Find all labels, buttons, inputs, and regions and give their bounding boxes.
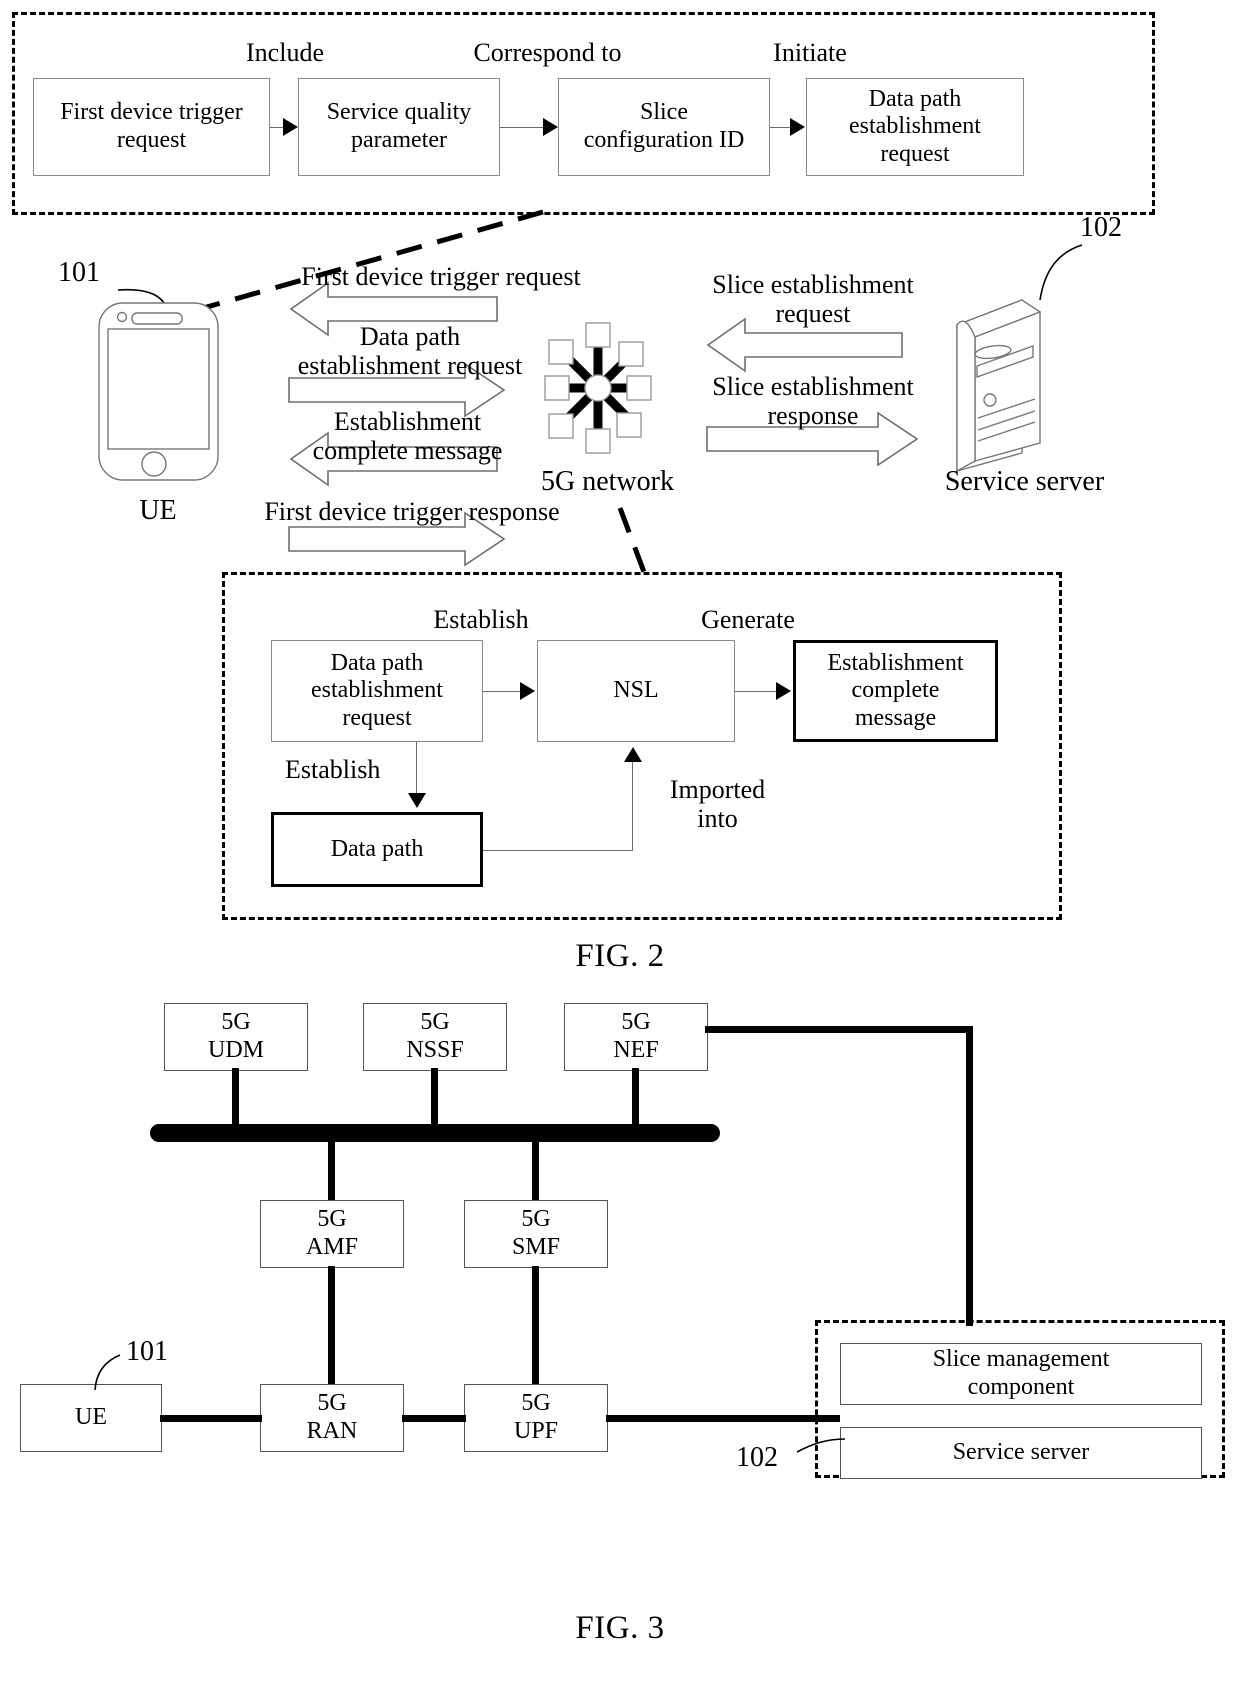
leader-101-fig3 xyxy=(94,1354,121,1391)
fig3-ref-numeral-101: 101 xyxy=(126,1336,168,1367)
patent-figure-page: Include Correspond to Initiate First dev… xyxy=(0,0,1240,1703)
fig3-vector-layer xyxy=(94,1354,846,1453)
fig3-ref-numeral-102: 102 xyxy=(736,1442,778,1473)
figure-3-caption: FIG. 3 xyxy=(575,1610,665,1646)
